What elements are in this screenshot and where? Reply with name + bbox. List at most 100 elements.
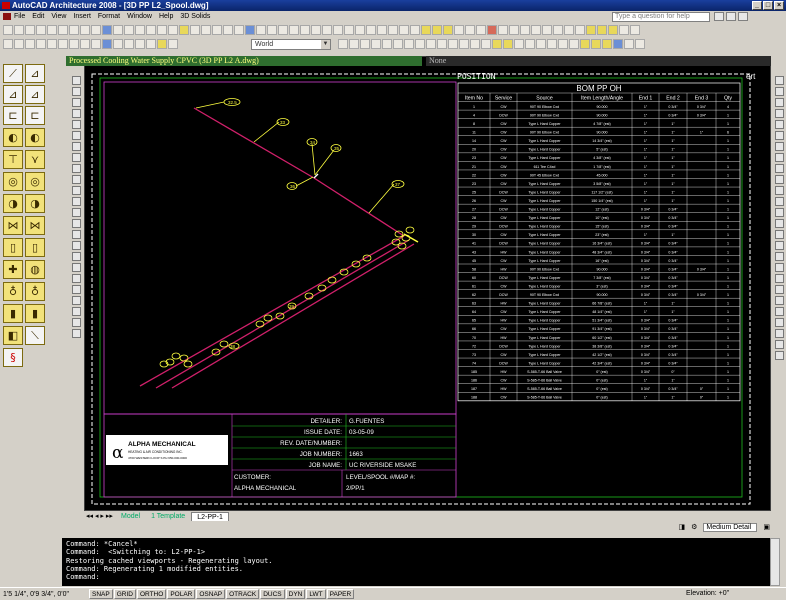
close-button[interactable]: × [774, 1, 784, 10]
brace-tool-icon[interactable]: ⊏ [25, 106, 45, 125]
viewport-scale-icon[interactable] [476, 24, 486, 35]
zoom-window-icon[interactable] [157, 24, 167, 35]
fly-icon[interactable] [558, 38, 568, 49]
wye-tool-icon[interactable]: ⋎ [25, 150, 45, 169]
osnap-toggle[interactable]: OSNAP [196, 589, 226, 599]
dim-radius-icon[interactable] [47, 38, 57, 49]
undo-icon[interactable] [113, 24, 123, 35]
object-snap-icon[interactable] [487, 24, 497, 35]
polygon-icon[interactable] [71, 109, 81, 118]
redo-icon[interactable] [124, 24, 134, 35]
dim-diameter-icon[interactable] [58, 38, 68, 49]
layer-change-icon[interactable] [426, 38, 436, 49]
layer-lock-icon[interactable] [443, 24, 453, 35]
elbow-tool-icon[interactable]: ◐ [3, 128, 23, 147]
slab-tool-icon[interactable]: ⊿ [25, 85, 45, 104]
elevation-icon[interactable] [624, 38, 634, 49]
tool-palettes-icon[interactable] [201, 24, 211, 35]
layer-icon[interactable] [256, 24, 266, 35]
design-center-icon[interactable] [190, 24, 200, 35]
save-icon[interactable] [25, 24, 35, 35]
fillet-icon[interactable] [774, 175, 784, 184]
extend-icon[interactable] [774, 131, 784, 140]
osnap-perpendicular-icon[interactable] [564, 24, 574, 35]
elbow-45-tool-icon[interactable]: ◐ [25, 128, 45, 147]
coupling-tool-icon[interactable]: ◎ [3, 172, 23, 191]
join-icon[interactable] [774, 153, 784, 162]
pipe-spool-tool-icon[interactable]: § [3, 348, 23, 367]
camera-icon[interactable] [569, 38, 579, 49]
layer-key-icon[interactable] [503, 38, 513, 49]
cap-tool-icon[interactable]: ◑ [3, 194, 23, 213]
sleeve-tool-icon[interactable]: ◧ [3, 326, 23, 345]
dim-baseline-icon[interactable] [80, 38, 90, 49]
layer-isolate-icon[interactable] [382, 38, 392, 49]
dim-text-edit-icon[interactable] [146, 38, 156, 49]
copy-icon[interactable] [80, 24, 90, 35]
3d-pan-icon[interactable] [774, 351, 784, 360]
visual-style-icon[interactable] [619, 24, 629, 35]
ellipse-arc-icon[interactable] [71, 186, 81, 195]
zoom-out-icon[interactable] [774, 307, 784, 316]
menu-help[interactable]: Help [159, 13, 173, 20]
offset-icon[interactable] [71, 318, 81, 327]
spline-icon[interactable] [71, 164, 81, 173]
line-icon[interactable] [71, 76, 81, 85]
trim-icon[interactable] [774, 120, 784, 129]
mirror-icon[interactable] [71, 307, 81, 316]
ucs-origin-icon[interactable] [344, 24, 354, 35]
osnap-node-icon[interactable] [575, 24, 585, 35]
move-icon[interactable] [774, 76, 784, 85]
tab-template[interactable]: 1 Template [146, 512, 191, 521]
explode-icon[interactable] [774, 186, 784, 195]
osnap-endpoint-icon[interactable] [498, 24, 508, 35]
layer-unisolate-icon[interactable] [393, 38, 403, 49]
3d-orbit-icon[interactable] [774, 340, 784, 349]
ucs-icon[interactable] [278, 24, 288, 35]
isolate-objects-icon[interactable] [635, 38, 645, 49]
annotation-scale-icon[interactable]: ◨ [678, 523, 685, 531]
orbit-icon[interactable] [630, 24, 640, 35]
markup-icon[interactable] [223, 24, 233, 35]
ucs-world-icon[interactable] [300, 24, 310, 35]
layer-state-icon[interactable] [267, 24, 277, 35]
layer-on-icon[interactable] [421, 24, 431, 35]
print-icon[interactable] [36, 24, 46, 35]
ucs-manager-icon[interactable] [338, 38, 348, 49]
osnap-midpoint-icon[interactable] [509, 24, 519, 35]
union-tool-icon[interactable]: ◑ [25, 194, 45, 213]
layer-merge-icon[interactable] [437, 38, 447, 49]
render-region-icon[interactable] [536, 38, 546, 49]
polar-toggle[interactable]: POLAR [167, 589, 196, 599]
maximize-button[interactable]: □ [763, 1, 773, 10]
osnap-extension-icon[interactable] [774, 230, 784, 239]
beam-tool-icon[interactable]: ⊏ [3, 106, 23, 125]
erase-icon[interactable] [71, 285, 81, 294]
otrack-toggle[interactable]: OTRACK [226, 589, 260, 599]
dim-continue-icon[interactable] [91, 38, 101, 49]
zoom-in-icon[interactable] [774, 296, 784, 305]
ball-valve-tool-icon[interactable]: ⋈ [25, 216, 45, 235]
dim-style-icon[interactable] [168, 38, 178, 49]
status-extra-icon[interactable]: ▣ [763, 523, 770, 531]
ortho-toggle[interactable]: ORTHO [136, 589, 167, 599]
help-search-input[interactable]: Type a question for help [612, 12, 710, 22]
osnap-apparent-icon[interactable] [774, 219, 784, 228]
arc-icon[interactable] [71, 131, 81, 140]
make-current-icon[interactable] [371, 38, 381, 49]
adapter-tool-icon[interactable]: ▯ [25, 238, 45, 257]
ucs-zaxis-icon[interactable] [355, 24, 365, 35]
named-ucs-icon[interactable] [289, 24, 299, 35]
match-properties-icon[interactable] [102, 24, 112, 35]
minimize-button[interactable]: _ [752, 1, 762, 10]
osnap-intersection-icon[interactable] [520, 24, 530, 35]
walk-icon[interactable] [547, 38, 557, 49]
osnap-temp-icon[interactable] [774, 197, 784, 206]
osnap-tangent-icon[interactable] [553, 24, 563, 35]
zoom-previous-icon[interactable] [168, 24, 178, 35]
ucs-3point-icon[interactable] [366, 24, 376, 35]
command-prompt[interactable]: Command: [66, 573, 100, 581]
menu-window[interactable]: Window [127, 13, 152, 20]
properties-icon[interactable] [179, 24, 189, 35]
dim-angular-icon[interactable] [69, 38, 79, 49]
